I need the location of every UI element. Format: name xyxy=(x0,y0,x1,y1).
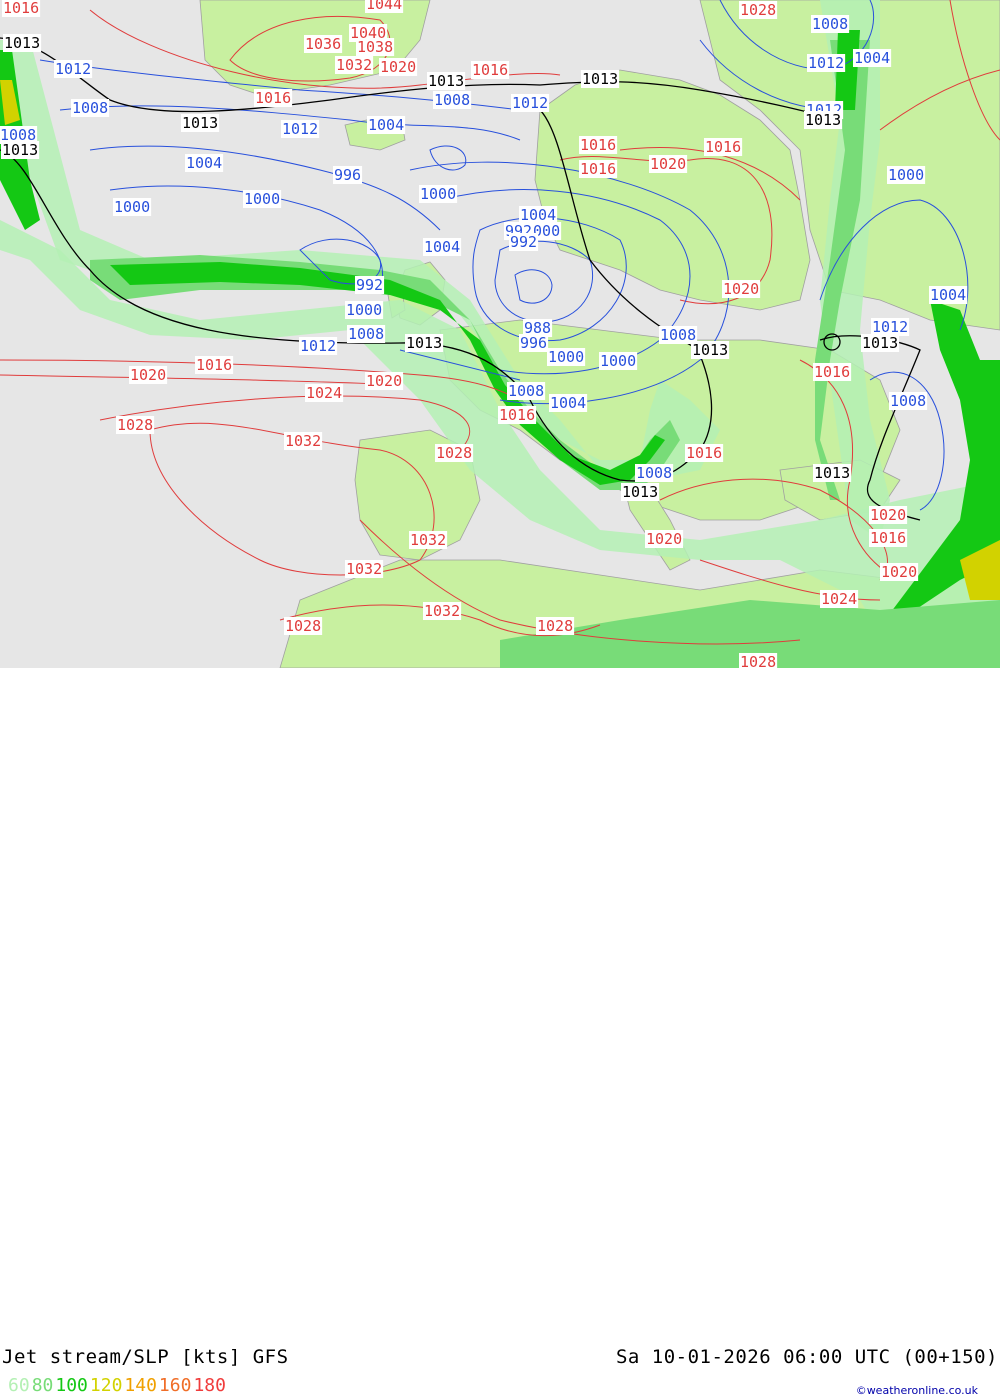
isobar-label: 1012 xyxy=(55,60,91,78)
isobar-label: 1000 xyxy=(346,301,382,319)
map-footer: Jet stream/SLP [kts] GFS Sa 10-01-2026 0… xyxy=(0,668,1000,1397)
isobar-label: 1036 xyxy=(305,35,341,53)
isobar-label: 1028 xyxy=(740,1,776,19)
isobar-label-1013: 1013 xyxy=(814,464,850,482)
isobar-label: 1016 xyxy=(472,61,508,79)
isobar-label-1013: 1013 xyxy=(406,334,442,352)
isobar-label: 1044 xyxy=(366,0,402,13)
isobar-label: 1008 xyxy=(812,15,848,33)
legend-item-140: 140 xyxy=(124,1375,157,1396)
isobar-label: 1008 xyxy=(434,91,470,109)
isobar-label: 1020 xyxy=(380,58,416,76)
isobar-label: 992 xyxy=(356,276,383,294)
legend-item-180: 180 xyxy=(193,1375,226,1396)
legend-item-120: 120 xyxy=(89,1375,123,1396)
credit-link[interactable]: ©weatheronline.co.uk xyxy=(856,1384,978,1397)
isobar-label: 1016 xyxy=(814,363,850,381)
isobar-label: 1020 xyxy=(646,530,682,548)
isobar-label: 1020 xyxy=(870,506,906,524)
forecast-datetime: Sa 10-01-2026 06:00 UTC (00+150) xyxy=(615,1346,998,1368)
isobar-label: 1000 xyxy=(114,198,150,216)
isobar-label: 1020 xyxy=(723,280,759,298)
isobar-label-1013: 1013 xyxy=(428,72,464,90)
isobar-label: 1028 xyxy=(117,416,153,434)
legend-item-60: 60 xyxy=(8,1375,30,1396)
isobar-label: 1024 xyxy=(306,384,342,402)
map-title: Jet stream/SLP [kts] GFS xyxy=(2,1346,289,1368)
isobar-label-1013: 1013 xyxy=(692,341,728,359)
isobar-label: 1000 xyxy=(888,166,924,184)
isobar-label: 1016 xyxy=(686,444,722,462)
isobar-label: 1004 xyxy=(186,154,222,172)
isobar-label: 1008 xyxy=(890,392,926,410)
isobar-label: 992 xyxy=(510,233,537,251)
isobar-label: 1004 xyxy=(368,116,404,134)
isobar-label: 1008 xyxy=(348,325,384,343)
isobar-label-1013: 1013 xyxy=(862,334,898,352)
isobar-label: 1016 xyxy=(705,138,741,156)
isobar-label: 1008 xyxy=(72,99,108,117)
isobar-label: 1004 xyxy=(550,394,586,412)
isobar-label-1013: 1013 xyxy=(582,70,618,88)
isobar-label: 1000 xyxy=(548,348,584,366)
isobar-label: 1024 xyxy=(821,590,857,608)
isobar-label: 1020 xyxy=(130,366,166,384)
isobar-label: 1020 xyxy=(650,155,686,173)
legend-item-80: 80 xyxy=(31,1375,54,1396)
isobar-label-1013: 1013 xyxy=(805,111,841,129)
isobar-label: 1032 xyxy=(346,560,382,578)
isobar-label: 1016 xyxy=(870,529,906,547)
weather-map: 1016 1044 1040 1036 1038 1032 1020 1016 … xyxy=(0,0,1000,668)
isobar-label: 1032 xyxy=(410,531,446,549)
isobar-label: 1012 xyxy=(808,54,844,72)
isobar-label: 1004 xyxy=(854,49,890,67)
isobar-label: 996 xyxy=(520,334,547,352)
isobar-label: 1012 xyxy=(300,337,336,355)
jet-speed-legend: 60 80 100 120 140 160 180 xyxy=(8,1375,228,1396)
isobar-label: 1012 xyxy=(282,120,318,138)
isobar-label: 1000 xyxy=(420,185,456,203)
isobar-label: 1028 xyxy=(740,653,776,668)
isobar-label: 1008 xyxy=(508,382,544,400)
isobar-label: 1012 xyxy=(512,94,548,112)
isobar-label: 1000 xyxy=(244,190,280,208)
isobar-label: 1004 xyxy=(930,286,966,304)
isobar-label: 1028 xyxy=(436,444,472,462)
isobar-label: 1016 xyxy=(499,406,535,424)
isobar-label: 1016 xyxy=(255,89,291,107)
isobar-label: 1038 xyxy=(357,38,393,56)
isobar-label: 1016 xyxy=(3,0,39,17)
legend-item-100: 100 xyxy=(55,1375,88,1396)
isobar-label: 1028 xyxy=(537,617,573,635)
isobar-label: 1016 xyxy=(196,356,232,374)
isobar-label: 1008 xyxy=(636,464,672,482)
isobar-label: 1004 xyxy=(424,238,460,256)
isobar-label: 1016 xyxy=(580,136,616,154)
isobar-label: 1016 xyxy=(580,160,616,178)
isobar-label: 996 xyxy=(334,166,361,184)
legend-item-160: 160 xyxy=(158,1375,192,1396)
map-canvas: 1016 1044 1040 1036 1038 1032 1020 1016 … xyxy=(0,0,1000,668)
isobar-label: 1028 xyxy=(285,617,321,635)
isobar-label-1013: 1013 xyxy=(182,114,218,132)
isobar-label: 1032 xyxy=(424,602,460,620)
isobar-label: 1020 xyxy=(366,372,402,390)
isobar-label: 1020 xyxy=(881,563,917,581)
isobar-label: 1032 xyxy=(285,432,321,450)
isobar-label: 1032 xyxy=(336,56,372,74)
isobar-label: 1008 xyxy=(660,326,696,344)
isobar-label-1013: 1013 xyxy=(622,483,658,501)
isobar-label-1013: 1013 xyxy=(4,34,40,52)
isobar-label-1013: 1013 xyxy=(2,141,38,159)
isobar-label: 1000 xyxy=(600,352,636,370)
